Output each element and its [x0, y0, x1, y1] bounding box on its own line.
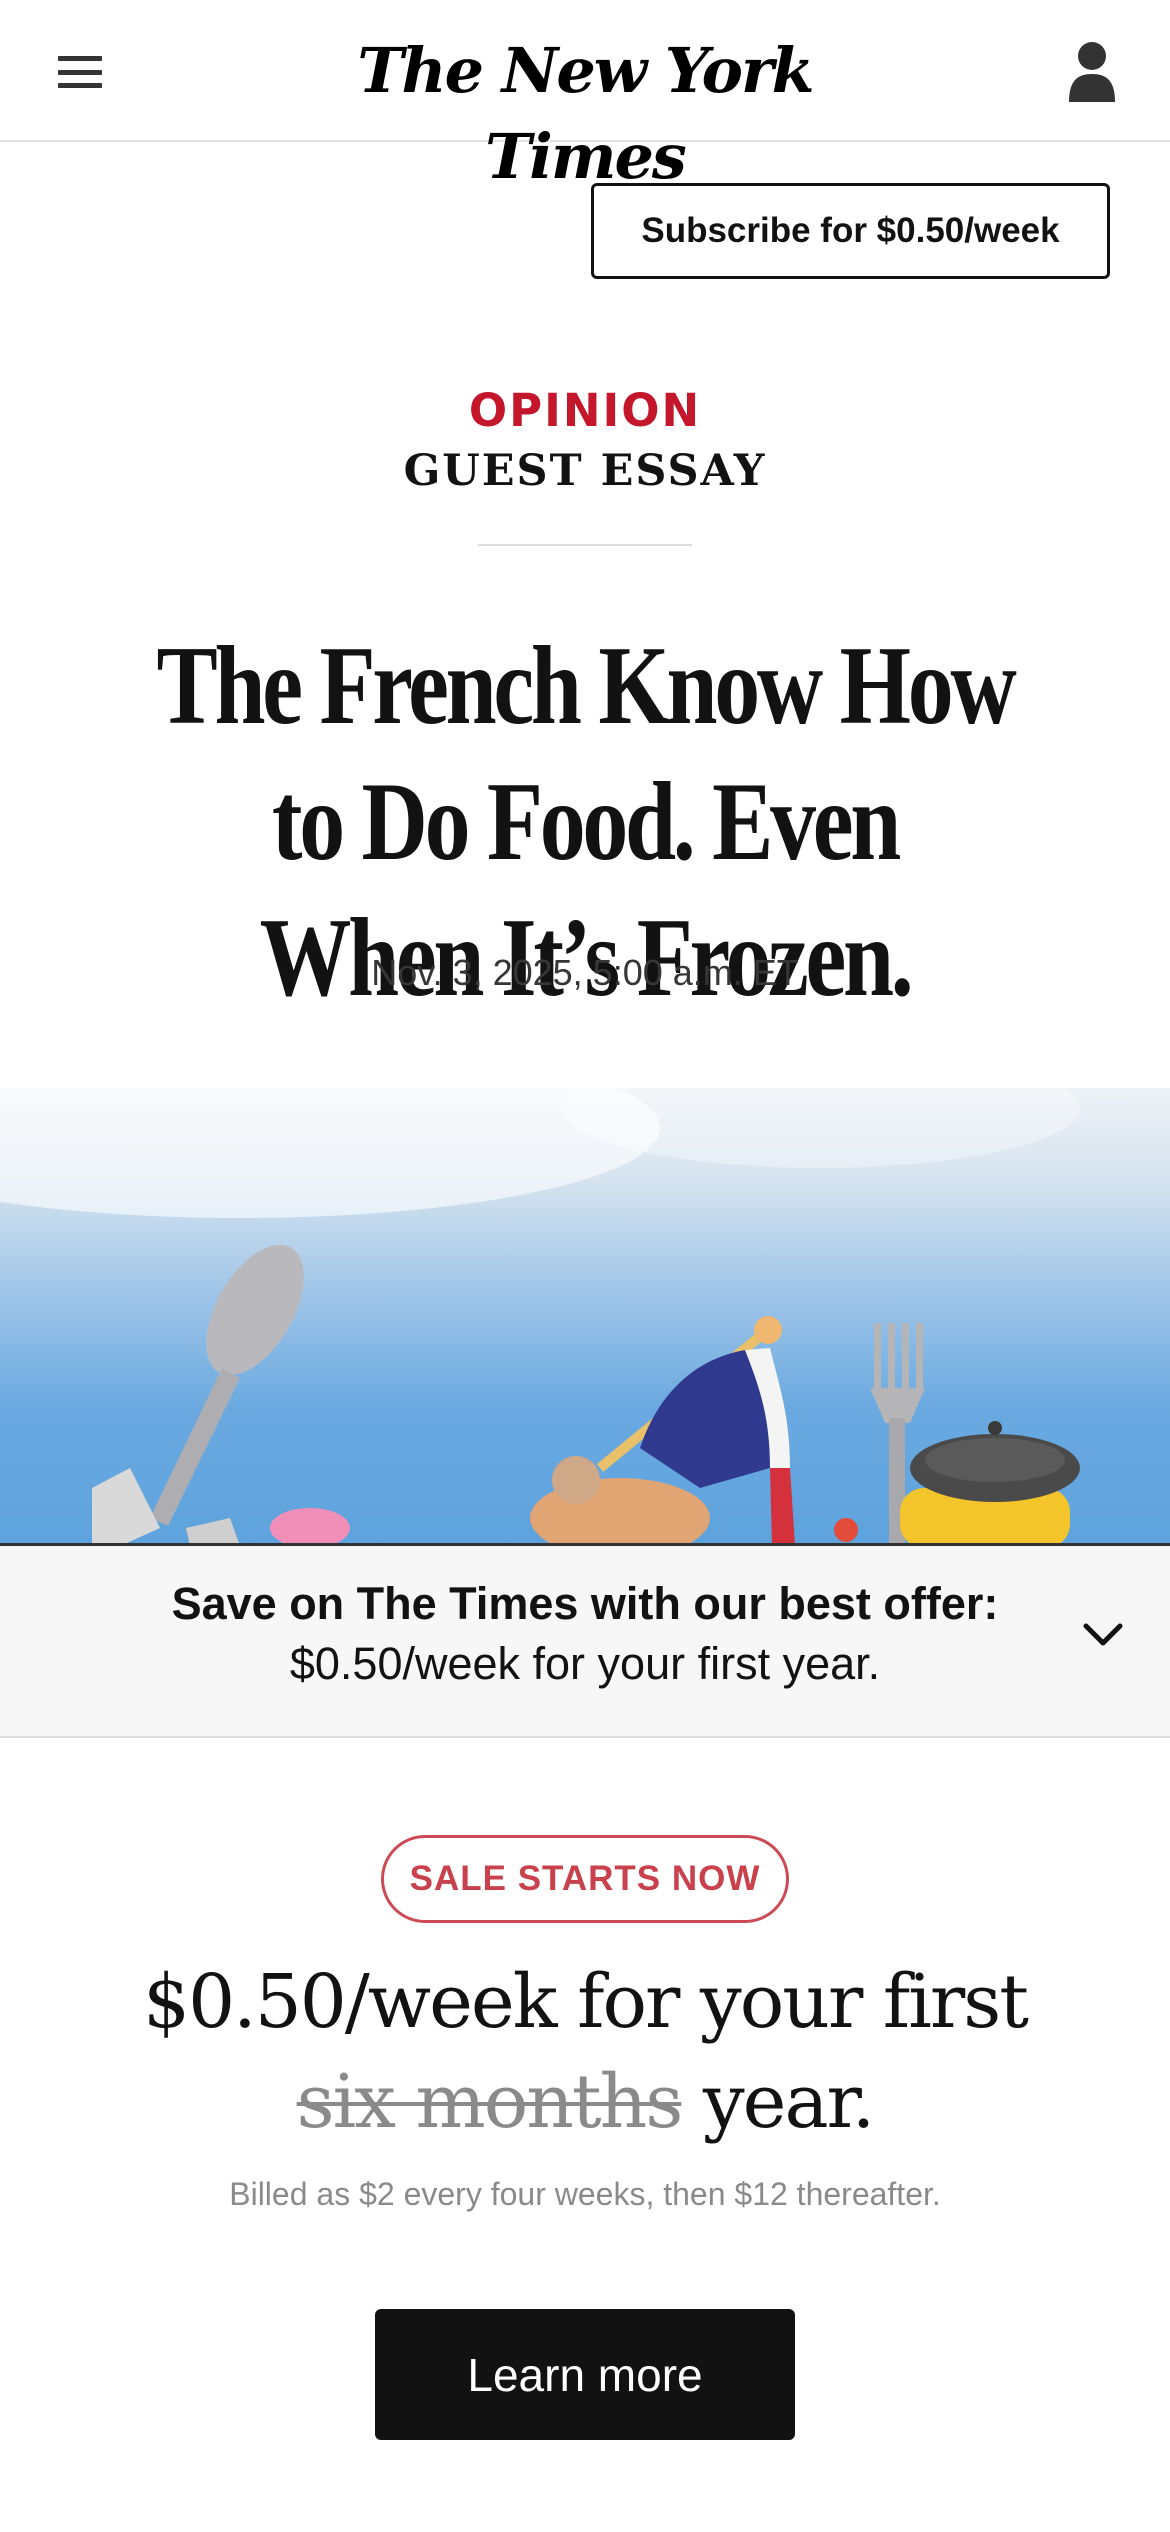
promo-headline-struck: six months — [296, 2059, 684, 2145]
nyt-logo[interactable]: The New York Times — [300, 28, 870, 193]
article-dateline: Nov. 3, 2025, 5:00 a.m. ET — [371, 952, 799, 993]
flag-figure — [530, 1316, 795, 1546]
chevron-down-icon[interactable] — [1078, 1614, 1128, 1656]
billing-note: Billed as $2 every four weeks, then $12 … — [229, 2176, 941, 2212]
beret-figure — [834, 1421, 1080, 1546]
subscribe-button[interactable]: Subscribe for $0.50/week — [591, 183, 1110, 279]
promo-headline-main: $0.50/week for your first — [143, 1959, 1029, 2045]
promo-headline-end: year. — [702, 2059, 875, 2145]
masthead: The New York Times — [0, 0, 1170, 193]
section-label[interactable]: OPINION — [0, 384, 1170, 437]
promo-headline: $0.50/week for your first six months yea… — [60, 1952, 1110, 2152]
user-account-icon[interactable] — [1066, 38, 1118, 104]
sale-badge: SALE STARTS NOW — [381, 1835, 789, 1923]
column-label: GUEST ESSAY — [403, 446, 767, 496]
learn-more-button[interactable]: Learn more — [375, 2309, 795, 2440]
spoon-figure — [92, 1244, 304, 1546]
hero-image — [0, 1088, 1170, 1546]
offer-subtitle: $0.50/week for your first year. — [289, 1638, 881, 1689]
hamburger-menu-icon[interactable] — [56, 50, 104, 94]
article-page: The New York Times Subscribe for $0.50/w… — [0, 0, 1170, 2532]
offer-title: Save on The Times with our best offer: — [171, 1578, 999, 1629]
kicker-divider — [478, 544, 692, 546]
